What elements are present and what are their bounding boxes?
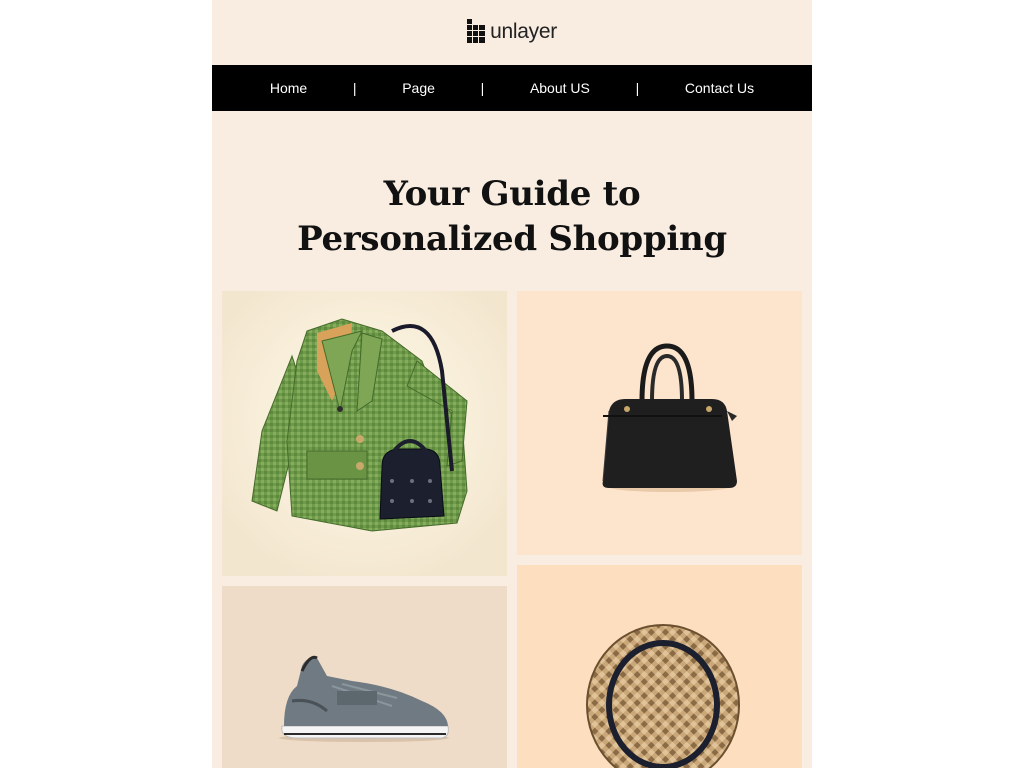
hero-title: Your Guide to Personalized Shopping	[212, 111, 812, 262]
brand-logo[interactable]: unlayer	[467, 18, 557, 47]
nav-item-contact-us[interactable]: Contact Us	[685, 80, 754, 96]
nav-separator: |	[352, 80, 357, 96]
nav-item-about-us[interactable]: About US	[530, 80, 590, 96]
black-handbag-image	[517, 291, 802, 555]
product-tile-jacket[interactable]	[222, 291, 507, 576]
nav-item-home[interactable]: Home	[270, 80, 307, 96]
nav-separator: |	[480, 80, 485, 96]
grey-sneaker-image	[222, 586, 507, 768]
straw-fedora-hat-image	[517, 565, 802, 768]
product-tile-hat[interactable]	[517, 565, 802, 768]
header: unlayer	[212, 0, 812, 65]
nav-item-page[interactable]: Page	[402, 80, 435, 96]
email-container: unlayer Home | Page | About US | Contact…	[212, 0, 812, 768]
hero-title-line-2: Personalized Shopping	[297, 219, 727, 259]
hero-title-line-1: Your Guide to	[383, 174, 641, 214]
green-jacket-with-bag-image	[222, 291, 507, 576]
brand-name: unlayer	[490, 19, 557, 43]
product-tile-handbag[interactable]	[517, 291, 802, 555]
unlayer-logo-icon	[467, 18, 487, 47]
main-nav: Home | Page | About US | Contact Us	[212, 65, 812, 111]
product-tile-sneaker[interactable]	[222, 586, 507, 768]
nav-separator: |	[635, 80, 640, 96]
